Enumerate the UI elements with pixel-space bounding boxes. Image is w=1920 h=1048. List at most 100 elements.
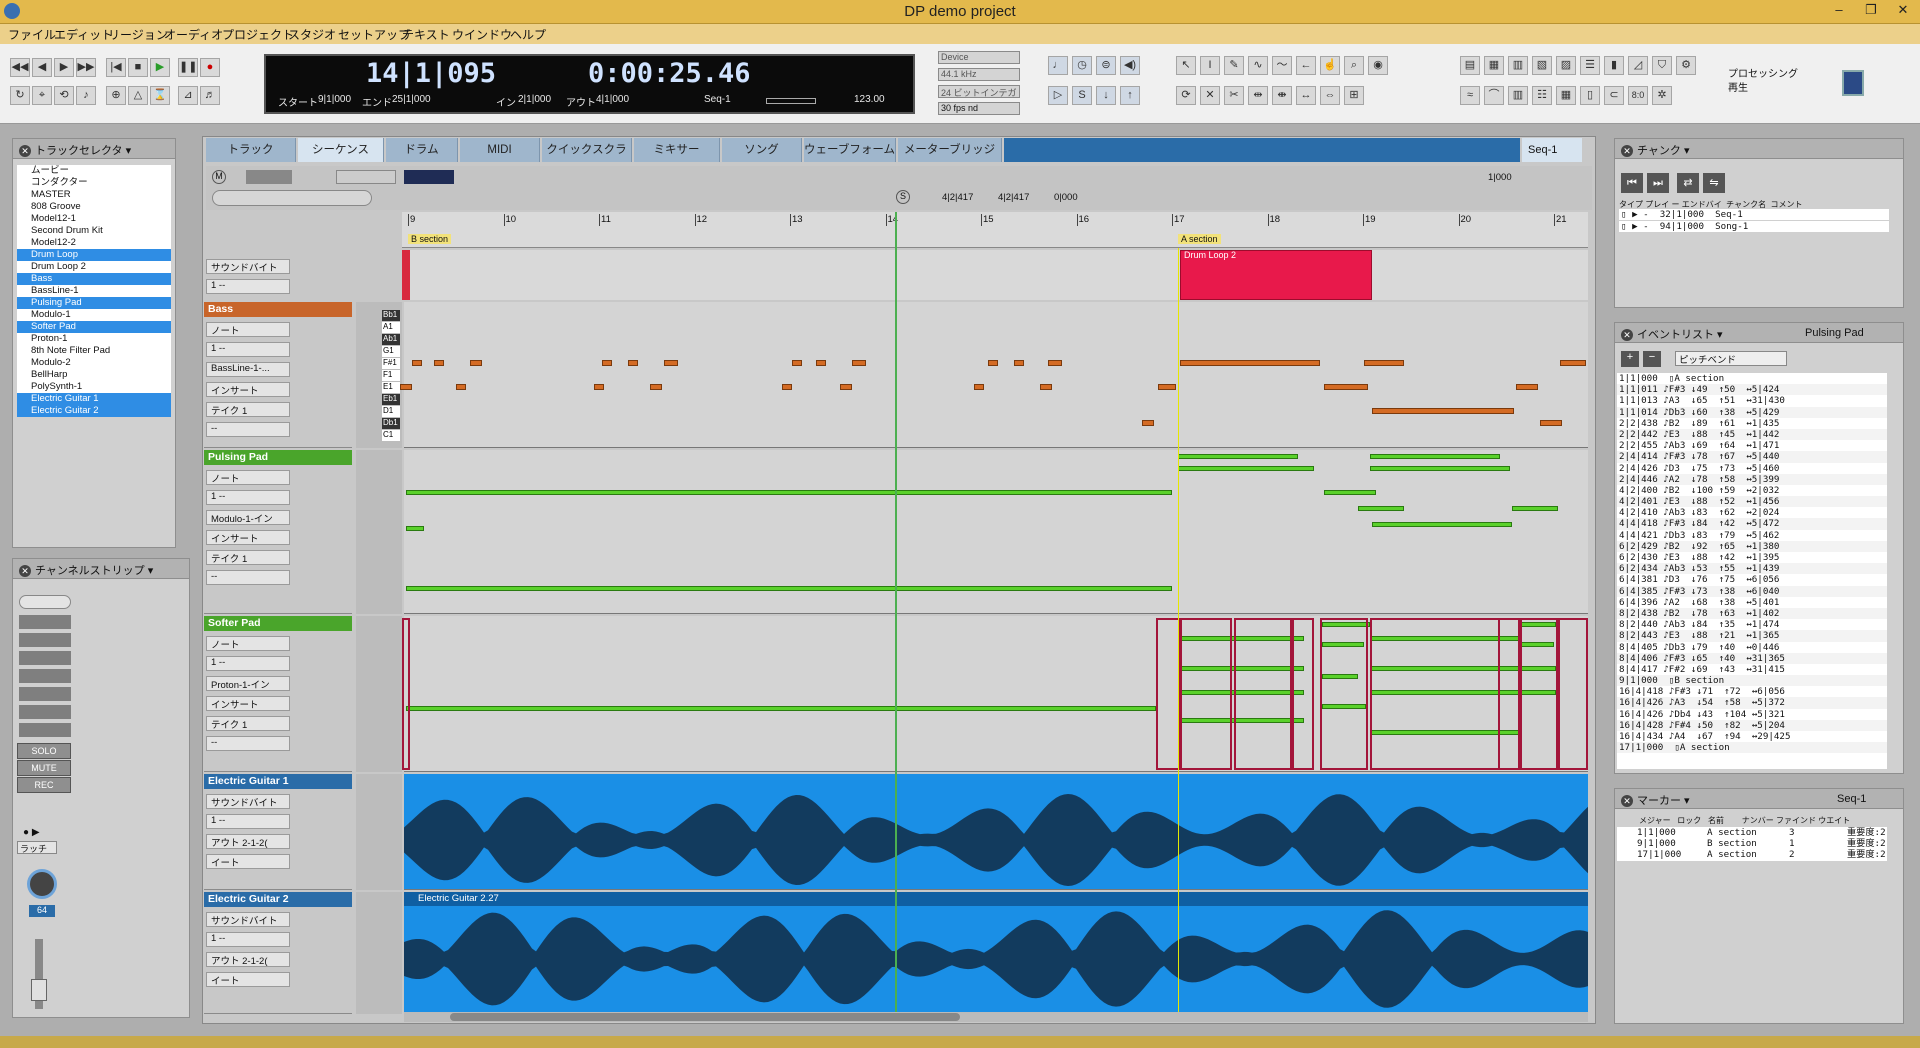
- send-slot[interactable]: [19, 705, 71, 719]
- playlist-select[interactable]: 1 --: [206, 279, 290, 294]
- bass-note[interactable]: [1364, 360, 1404, 366]
- piano-key[interactable]: Ab1: [382, 334, 400, 345]
- bass-note[interactable]: [628, 360, 638, 366]
- swap-chunk-icon[interactable]: ⇋: [1703, 173, 1725, 193]
- edit-length[interactable]: 0|000: [1054, 192, 1078, 203]
- mixer-window-icon[interactable]: ▥: [1508, 86, 1528, 105]
- in-value[interactable]: 2|1|000: [518, 94, 551, 105]
- softer-pad-region[interactable]: [1558, 618, 1588, 770]
- meter-window-icon[interactable]: ▮: [1604, 56, 1624, 75]
- slip-tool-icon[interactable]: ⇔: [1320, 86, 1340, 105]
- track-setting-select[interactable]: 1 --: [206, 814, 290, 829]
- stop-icon[interactable]: ■: [128, 58, 148, 77]
- curve-window-icon[interactable]: ⌒: [1484, 86, 1504, 105]
- loop-icon[interactable]: ↻: [10, 86, 30, 105]
- piano-key[interactable]: G1: [382, 346, 400, 357]
- volume-slider[interactable]: [766, 98, 816, 104]
- event-row[interactable]: 2|2|455 ♪Ab3 ↓69 ↑64 ↔1|471: [1617, 440, 1887, 451]
- track-selector-item[interactable]: Second Drum Kit: [17, 225, 171, 237]
- event-row[interactable]: 6|4|385 ♪F#3 ↓73 ↑38 ↔6|040: [1617, 585, 1887, 597]
- event-row[interactable]: 16|4|426 ♪A3 ↓54 ↑58 ↔5|372: [1617, 697, 1887, 709]
- metronome-tool-icon[interactable]: ♩: [1048, 56, 1068, 75]
- next-chunk-icon[interactable]: ⏭: [1647, 173, 1669, 193]
- counter-time[interactable]: 0:00:25.46: [588, 58, 751, 89]
- event-row[interactable]: 4|4|421 ♪Db3 ↓83 ↑79 ↔5|462: [1617, 530, 1887, 541]
- down-tool-icon[interactable]: ↓: [1096, 86, 1116, 105]
- track-setting-select[interactable]: Proton-1-イン: [206, 676, 290, 691]
- step-forward-icon[interactable]: ▶: [54, 58, 74, 77]
- track-selector-item[interactable]: Drum Loop 2: [17, 261, 171, 273]
- fader-handle[interactable]: [31, 979, 47, 1001]
- menu-studio[interactable]: スタジオ: [288, 26, 336, 43]
- bass-note[interactable]: [782, 384, 792, 390]
- menu-file[interactable]: ファイル: [8, 26, 56, 43]
- track-selector-item[interactable]: Softer Pad: [17, 321, 171, 333]
- bass-note[interactable]: [400, 384, 412, 390]
- overdub-icon[interactable]: ⊕: [106, 86, 126, 105]
- bass-note[interactable]: [852, 360, 866, 366]
- countoff-icon[interactable]: ♪: [76, 86, 96, 105]
- settings-window-icon[interactable]: ✲: [1652, 86, 1672, 105]
- track-setting-select[interactable]: サウンドバイト: [206, 794, 290, 809]
- close-icon[interactable]: ✕: [19, 145, 31, 157]
- close-icon[interactable]: ✕: [1621, 145, 1633, 157]
- bass-note[interactable]: [1516, 384, 1538, 390]
- tab-8[interactable]: メーターブリッジ: [898, 138, 1002, 162]
- send-slot[interactable]: [19, 669, 71, 683]
- drum-window-icon[interactable]: ▧: [1532, 56, 1552, 75]
- markers-seq-select[interactable]: Seq-1: [1837, 793, 1866, 805]
- bass-note[interactable]: [1560, 360, 1586, 366]
- event-row[interactable]: 2|2|438 ♪B2 ↓89 ↑61 ↔1|435: [1617, 418, 1887, 429]
- marker-row[interactable]: 17|1|000 A section 2 重要度:2: [1617, 849, 1887, 860]
- list-window-icon[interactable]: ☰: [1580, 56, 1600, 75]
- track-setting-select[interactable]: Modulo-1-イン: [206, 510, 290, 525]
- event-row[interactable]: 16|4|426 ♪Db4 ↓43 ↑104 ↔5|321: [1617, 709, 1887, 720]
- track-setting-select[interactable]: 1 --: [206, 342, 290, 357]
- start-value[interactable]: 9|1|000: [318, 94, 351, 105]
- bit-depth-select[interactable]: 24 ビットインテガー: [938, 85, 1020, 111]
- track-setting-select[interactable]: --: [206, 422, 290, 437]
- tab-2[interactable]: ドラム: [386, 138, 458, 162]
- tab-6[interactable]: ソング: [722, 138, 802, 162]
- event-row[interactable]: 1|1|013 ♪A3 ↓65 ↑51 ↔31|430: [1617, 395, 1887, 406]
- punch-icon[interactable]: ⌖: [32, 86, 52, 105]
- device-select[interactable]: Device: [938, 51, 1020, 64]
- track-setting-select[interactable]: 1 --: [206, 656, 290, 671]
- bass-note[interactable]: [816, 360, 826, 366]
- event-row[interactable]: 8|2|438 ♪B2 ↓78 ↑63 ↔1|402: [1617, 607, 1887, 620]
- event-row[interactable]: 2|4|446 ♪A2 ↓78 ↑58 ↔5|399: [1617, 473, 1887, 485]
- menu-window[interactable]: ウインドウ: [452, 26, 512, 43]
- pad-note[interactable]: [1324, 490, 1376, 495]
- bass-note[interactable]: [594, 384, 604, 390]
- out-value[interactable]: 4|1|000: [596, 94, 629, 105]
- step-back-icon[interactable]: ◀: [32, 58, 52, 77]
- event-row[interactable]: 6|2|429 ♪B2 ↓92 ↑65 ↔1|380: [1617, 540, 1887, 552]
- menu-setup[interactable]: セットアップ: [338, 26, 410, 43]
- bass-note[interactable]: [650, 384, 662, 390]
- sequence-select[interactable]: Seq-1: [1522, 138, 1582, 162]
- send-slot[interactable]: [19, 723, 71, 737]
- bass-note[interactable]: [1158, 384, 1176, 390]
- track-selector-item[interactable]: 8th Note Filter Pad: [17, 345, 171, 357]
- pan-knob[interactable]: [27, 869, 57, 899]
- menu-region[interactable]: リージョン: [108, 26, 168, 43]
- softer-pad-note[interactable]: [406, 706, 1156, 711]
- softer-pad-region[interactable]: [1292, 618, 1314, 770]
- piano-key[interactable]: C1: [382, 430, 400, 441]
- event-row[interactable]: 1|1|011 ♪F#3 ↓49 ↑50 ↔5|424: [1617, 384, 1887, 396]
- track-selector-item[interactable]: BassLine-1: [17, 285, 171, 297]
- insert-slot[interactable]: [19, 633, 71, 647]
- track-name[interactable]: Electric Guitar 2: [204, 892, 352, 907]
- pad-note[interactable]: [406, 526, 424, 531]
- bass-note[interactable]: [434, 360, 444, 366]
- add-event-icon[interactable]: +: [1621, 351, 1639, 367]
- track-selector-item[interactable]: Modulo-2: [17, 357, 171, 369]
- piano-key[interactable]: E1: [382, 382, 400, 393]
- send-slot[interactable]: [19, 687, 71, 701]
- event-row[interactable]: 6|4|396 ♪A2 ↓68 ↑38 ↔5|401: [1617, 597, 1887, 608]
- guitar2-waveform[interactable]: [404, 908, 1588, 1010]
- chunk-row[interactable]: ▯ ▶ - 32|1|000 Seq-1: [1619, 209, 1889, 221]
- menu-text[interactable]: テキスト: [402, 26, 450, 43]
- cross-tool-icon[interactable]: ✕: [1200, 86, 1220, 105]
- track-setting-select[interactable]: インサート: [206, 696, 290, 711]
